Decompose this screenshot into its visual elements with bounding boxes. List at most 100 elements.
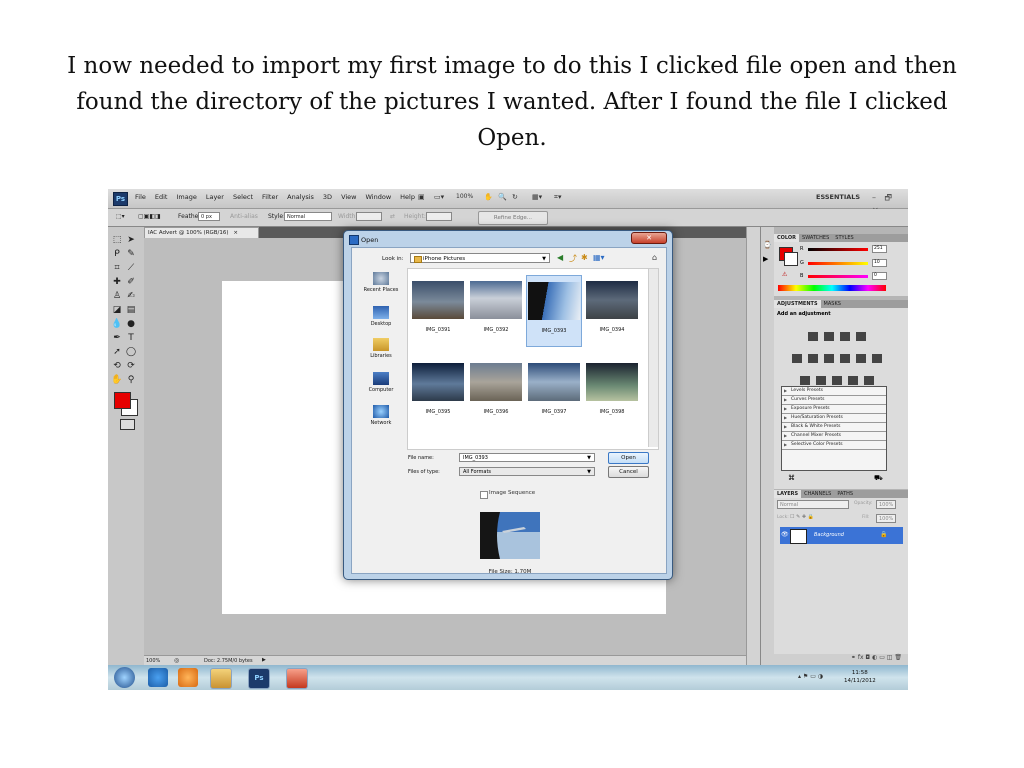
rotate-view-icon[interactable]: ↻ [512,193,518,201]
photo-filter-icon[interactable] [856,354,866,363]
foreground-color-swatch[interactable] [114,392,131,409]
g-value[interactable]: 10 [872,259,887,267]
menu-analysis[interactable]: Analysis [287,193,314,201]
tab-masks[interactable]: MASKS [821,300,844,308]
new-adjustment-icon[interactable]: ⛟ [874,474,883,483]
file-tile-selected[interactable]: IMG_0393 [526,275,582,347]
new-folder-icon[interactable]: ✱ [581,253,588,262]
document-tab-close-icon[interactable]: × [233,230,238,236]
file-tile[interactable]: IMG_0391 [410,275,466,347]
r-value[interactable]: 251 [872,245,887,253]
layers-footer-icons[interactable]: ⚭ fx ◘ ◐ ▭ ◫ 🗑 [774,654,908,665]
cancel-button[interactable]: Cancel [608,466,649,478]
curves-icon[interactable] [840,332,850,341]
selective-color-icon[interactable] [864,376,874,385]
place-recent[interactable]: Recent Places [357,272,405,293]
file-name-input[interactable]: IMG_0393 ▼ [459,453,595,462]
menu-filter[interactable]: Filter [262,193,278,201]
shape-tool-icon[interactable]: ◯ [125,347,137,357]
tray-icons[interactable]: ▴ ⚑ ▭ ◑ [798,673,823,680]
3d-rotate-icon[interactable]: ⟲ [111,361,123,371]
menu-edit[interactable]: Edit [155,193,168,201]
preset-selective-color[interactable]: Selective Color Presets [782,441,886,450]
quick-mask-icon[interactable] [120,419,135,430]
invert-icon[interactable] [800,376,810,385]
view-menu-icon[interactable]: ▦▾ [593,253,605,262]
powerpoint-taskbar-icon[interactable] [286,668,308,689]
file-grid-scrollbar[interactable] [648,269,658,447]
screen-mode-icon[interactable]: ▭▾ [434,193,444,201]
color-panel-background[interactable] [784,252,798,266]
file-tile[interactable]: IMG_0395 [410,357,466,429]
preset-levels[interactable]: Levels Presets [782,387,886,396]
lock-icons[interactable]: ☐ ✎ ✚ 🔒 [790,514,814,520]
width-input[interactable] [356,212,382,221]
zoom-icon[interactable]: 🔍 [498,193,507,201]
eyedropper-icon[interactable]: ⟋ [125,263,137,273]
menu-view[interactable]: View [341,193,356,201]
posterize-icon[interactable] [816,376,826,385]
look-in-dropdown[interactable]: iPhone Pictures ▼ [410,253,550,263]
canvas-vertical-scrollbar[interactable] [746,227,761,665]
dialog-close-button[interactable]: ✕ [631,232,667,244]
preset-exposure[interactable]: Exposure Presets [782,405,886,414]
menu-3d[interactable]: 3D [323,193,332,201]
g-slider[interactable] [808,262,868,265]
internet-explorer-icon[interactable] [148,668,168,687]
status-zoom-icon[interactable]: ◎ [174,657,179,664]
tab-paths[interactable]: PATHS [834,490,856,498]
status-menu-arrow-icon[interactable]: ▶ [262,657,266,663]
extras-icon[interactable]: ⌗▾ [554,193,561,202]
vibrance-icon[interactable] [792,354,802,363]
tab-channels[interactable]: CHANNELS [801,490,834,498]
layer-row-background[interactable]: 👁 Background 🔒 [780,527,903,544]
tab-adjustments[interactable]: ADJUSTMENTS [774,300,821,308]
photoshop-taskbar-icon[interactable]: Ps [248,668,270,689]
status-zoom[interactable]: 100% [146,658,160,664]
file-tile[interactable]: IMG_0397 [526,357,582,429]
start-orb-icon[interactable] [114,667,135,688]
gamut-warning-icon[interactable]: ⚠ [782,271,787,278]
lasso-tool-icon[interactable]: ᑭ [111,249,123,259]
menu-help[interactable]: Help [400,193,415,201]
pen-tool-icon[interactable]: ✒ [111,333,123,343]
clone-stamp-icon[interactable]: ♙ [111,291,123,301]
preset-curves[interactable]: Curves Presets [782,396,886,405]
selection-mode-icons[interactable]: ▢▣◧◨ [138,213,161,220]
workspace-switcher[interactable]: ESSENTIALS [816,193,860,201]
camera-icon[interactable]: ⌂ [652,253,657,262]
zoom-level-menu[interactable]: 100% [456,193,473,200]
preset-channel-mixer[interactable]: Channel Mixer Presets [782,432,886,441]
levels-icon[interactable] [824,332,834,341]
file-tile[interactable]: IMG_0398 [584,357,640,429]
tab-styles[interactable]: STYLES [832,234,856,242]
blend-mode-select[interactable]: Normal [777,500,849,509]
refine-edge-button[interactable]: Refine Edge... [478,211,548,225]
menu-select[interactable]: Select [233,193,253,201]
preset-black-white[interactable]: Black & White Presets [782,423,886,432]
visibility-eye-icon[interactable]: 👁 [781,531,789,538]
gradient-icon[interactable]: ▤ [125,305,137,315]
b-value[interactable]: 0 [872,272,887,280]
hand-tool-icon[interactable]: ✋ [111,375,123,385]
crop-tool-icon[interactable]: ⌗ [111,263,123,273]
menu-layer[interactable]: Layer [206,193,224,201]
menu-file[interactable]: File [135,193,146,201]
marquee-tool-icon[interactable]: ⬚ [111,235,123,245]
menu-window[interactable]: Window [366,193,392,201]
file-tile[interactable]: IMG_0394 [584,275,640,347]
opacity-input[interactable]: 100% [876,500,896,509]
media-player-icon[interactable] [178,668,198,687]
image-sequence-checkbox[interactable] [480,491,488,499]
zoom-tool-icon[interactable]: ⚲ [125,375,137,385]
swap-icon[interactable]: ⇄ [390,213,395,220]
eraser-icon[interactable]: ◪ [111,305,123,315]
3d-orbit-icon[interactable]: ⟳ [125,361,137,371]
fill-input[interactable]: 100% [876,514,896,523]
arrange-icon[interactable]: ▦▾ [532,193,542,201]
magic-wand-icon[interactable]: ✎ [125,249,137,259]
tab-swatches[interactable]: SWATCHES [799,234,832,242]
antialias-checkbox-label[interactable]: Anti-alias [230,213,258,220]
marquee-tool-icon[interactable]: ⬚▾ [116,213,125,220]
file-tile[interactable]: IMG_0392 [468,275,524,347]
